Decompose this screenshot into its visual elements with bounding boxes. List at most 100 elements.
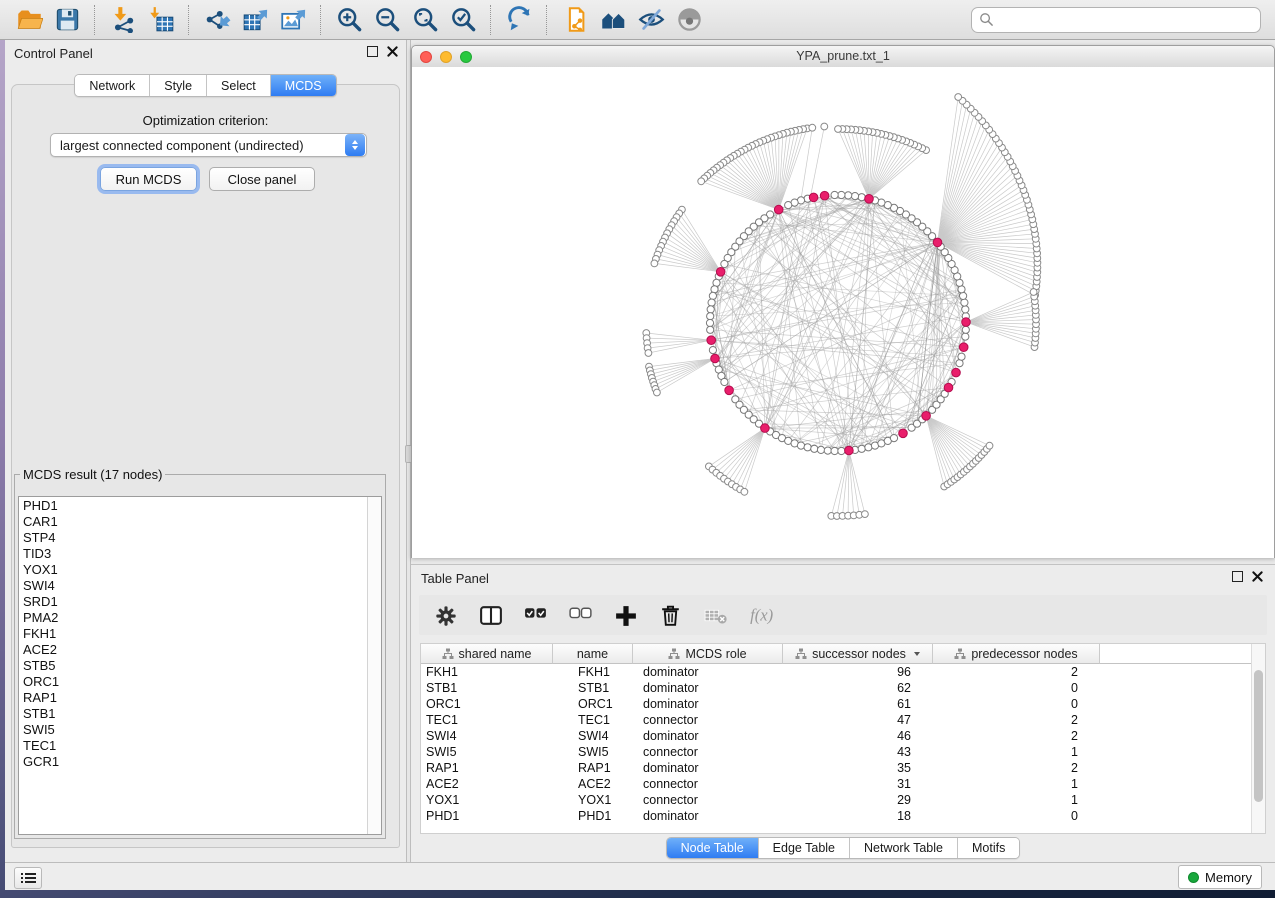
tab-style[interactable]: Style [150,75,207,96]
import-table-button[interactable] [142,3,180,37]
table-header-row: shared namenameMCDS rolesuccessor nodesp… [421,644,1265,664]
houses-button[interactable] [594,3,632,37]
cell-shared: SWI4 [421,728,553,744]
table-row[interactable]: RAP1RAP1dominator352 [421,760,1265,776]
open-file-icon [16,6,43,33]
close-panel-icon[interactable] [1252,571,1263,582]
tab-edge-table[interactable]: Edge Table [759,838,850,858]
result-node-item[interactable]: CAR1 [23,514,367,530]
table-row[interactable]: ACE2ACE2connector311 [421,776,1265,792]
network-window-title: YPA_prune.txt_1 [412,49,1274,63]
table-row[interactable]: FKH1FKH1dominator962 [421,664,1265,680]
zoom-fit-button[interactable] [406,3,444,37]
result-node-item[interactable]: GCR1 [23,754,367,770]
run-mcds-button[interactable]: Run MCDS [100,167,197,191]
tab-node-table[interactable]: Node Table [667,838,759,858]
column-header-predecessor-nodes[interactable]: predecessor nodes [933,644,1100,664]
workspace: YPA_prune.txt_1 Table Panel f(x) shared … [411,40,1275,862]
select-all-button[interactable] [523,603,549,628]
result-node-item[interactable]: ORC1 [23,674,367,690]
deselect-all-button[interactable] [568,603,594,628]
export-table-button[interactable] [236,3,274,37]
result-node-item[interactable]: PHD1 [23,498,367,514]
zoom-in-button[interactable] [330,3,368,37]
column-header-shared-name[interactable]: shared name [421,644,553,664]
column-header-name[interactable]: name [553,644,633,664]
refresh-layout-button[interactable] [500,3,538,37]
network-canvas[interactable] [412,67,1274,558]
result-node-item[interactable]: TEC1 [23,738,367,754]
result-node-item[interactable]: ACE2 [23,642,367,658]
table-row[interactable]: STB1STB1dominator620 [421,680,1265,696]
hide-graphics-button[interactable] [632,3,670,37]
birdseye-view-button[interactable] [670,3,708,37]
tab-network[interactable]: Network [75,75,150,96]
gear-button[interactable] [433,603,459,628]
search-icon [979,12,994,27]
close-panel-button[interactable]: Close panel [209,167,315,191]
houses-icon [600,6,627,33]
table-row[interactable]: ORC1ORC1dominator610 [421,696,1265,712]
share-document-button[interactable] [556,3,594,37]
float-panel-icon[interactable] [1232,571,1243,582]
cell-pred: 0 [933,680,1100,696]
result-list-scrollbar[interactable] [367,497,381,834]
result-node-item[interactable]: PMA2 [23,610,367,626]
table-scrollbar[interactable] [1251,644,1265,833]
criterion-dropdown[interactable]: largest connected component (undirected) [50,133,367,157]
column-header-MCDS-role[interactable]: MCDS role [633,644,783,664]
control-panel: Control Panel NetworkStyleSelectMCDS Opt… [5,40,406,862]
export-image-button[interactable] [274,3,312,37]
result-node-item[interactable]: RAP1 [23,690,367,706]
export-network-button[interactable] [198,3,236,37]
result-node-item[interactable]: SWI4 [23,578,367,594]
import-network-button[interactable] [104,3,142,37]
tab-motifs[interactable]: Motifs [958,838,1019,858]
tab-network-table[interactable]: Network Table [850,838,958,858]
tab-select[interactable]: Select [207,75,271,96]
table-row[interactable]: TEC1TEC1connector472 [421,712,1265,728]
open-file-button[interactable] [10,3,48,37]
network-window-titlebar[interactable]: YPA_prune.txt_1 [412,46,1274,68]
result-node-item[interactable]: STB5 [23,658,367,674]
result-node-item[interactable]: SWI5 [23,722,367,738]
result-node-item[interactable]: STB1 [23,706,367,722]
result-node-item[interactable]: SRD1 [23,594,367,610]
zoom-out-icon [374,6,401,33]
table-row[interactable]: PHD1PHD1dominator180 [421,808,1265,824]
memory-button[interactable]: Memory [1178,865,1262,889]
cell-name: ACE2 [553,776,633,792]
close-panel-icon[interactable] [387,46,398,57]
search-input[interactable] [999,11,1253,28]
application-window: Control Panel NetworkStyleSelectMCDS Opt… [0,0,1275,898]
delete-column-button[interactable] [658,603,684,628]
result-node-item[interactable]: FKH1 [23,626,367,642]
network-nodes[interactable] [643,94,1041,520]
table-row[interactable]: SWI4SWI4dominator462 [421,728,1265,744]
mcds-result-title: MCDS result (17 nodes) [20,467,165,482]
memory-status-icon [1188,872,1199,883]
toolbar-separator [546,5,548,35]
task-history-button[interactable] [14,867,42,889]
optimization-criterion-label: Optimization criterion: [12,113,399,128]
memory-label: Memory [1205,870,1252,885]
node-column-icon [954,648,966,660]
table-panel: Table Panel f(x) shared namenameMCDS rol… [411,564,1275,862]
column-visibility-button[interactable] [478,603,504,628]
main-toolbar [0,0,1275,40]
mcds-result-list[interactable]: PHD1CAR1STP4TID3YOX1SWI4SRD1PMA2FKH1ACE2… [18,496,382,835]
column-header-successor-nodes[interactable]: successor nodes [783,644,933,664]
table-row[interactable]: SWI5SWI5connector431 [421,744,1265,760]
add-column-button[interactable] [613,603,639,628]
zoom-out-button[interactable] [368,3,406,37]
tab-mcds[interactable]: MCDS [271,75,336,96]
result-node-item[interactable]: TID3 [23,546,367,562]
table-row[interactable]: YOX1YOX1connector291 [421,792,1265,808]
float-panel-icon[interactable] [367,46,378,57]
zoom-selected-button[interactable] [444,3,482,37]
result-node-item[interactable]: STP4 [23,530,367,546]
search-box[interactable] [971,7,1261,33]
save-session-button[interactable] [48,3,86,37]
scrollbar-thumb[interactable] [1254,670,1263,802]
result-node-item[interactable]: YOX1 [23,562,367,578]
